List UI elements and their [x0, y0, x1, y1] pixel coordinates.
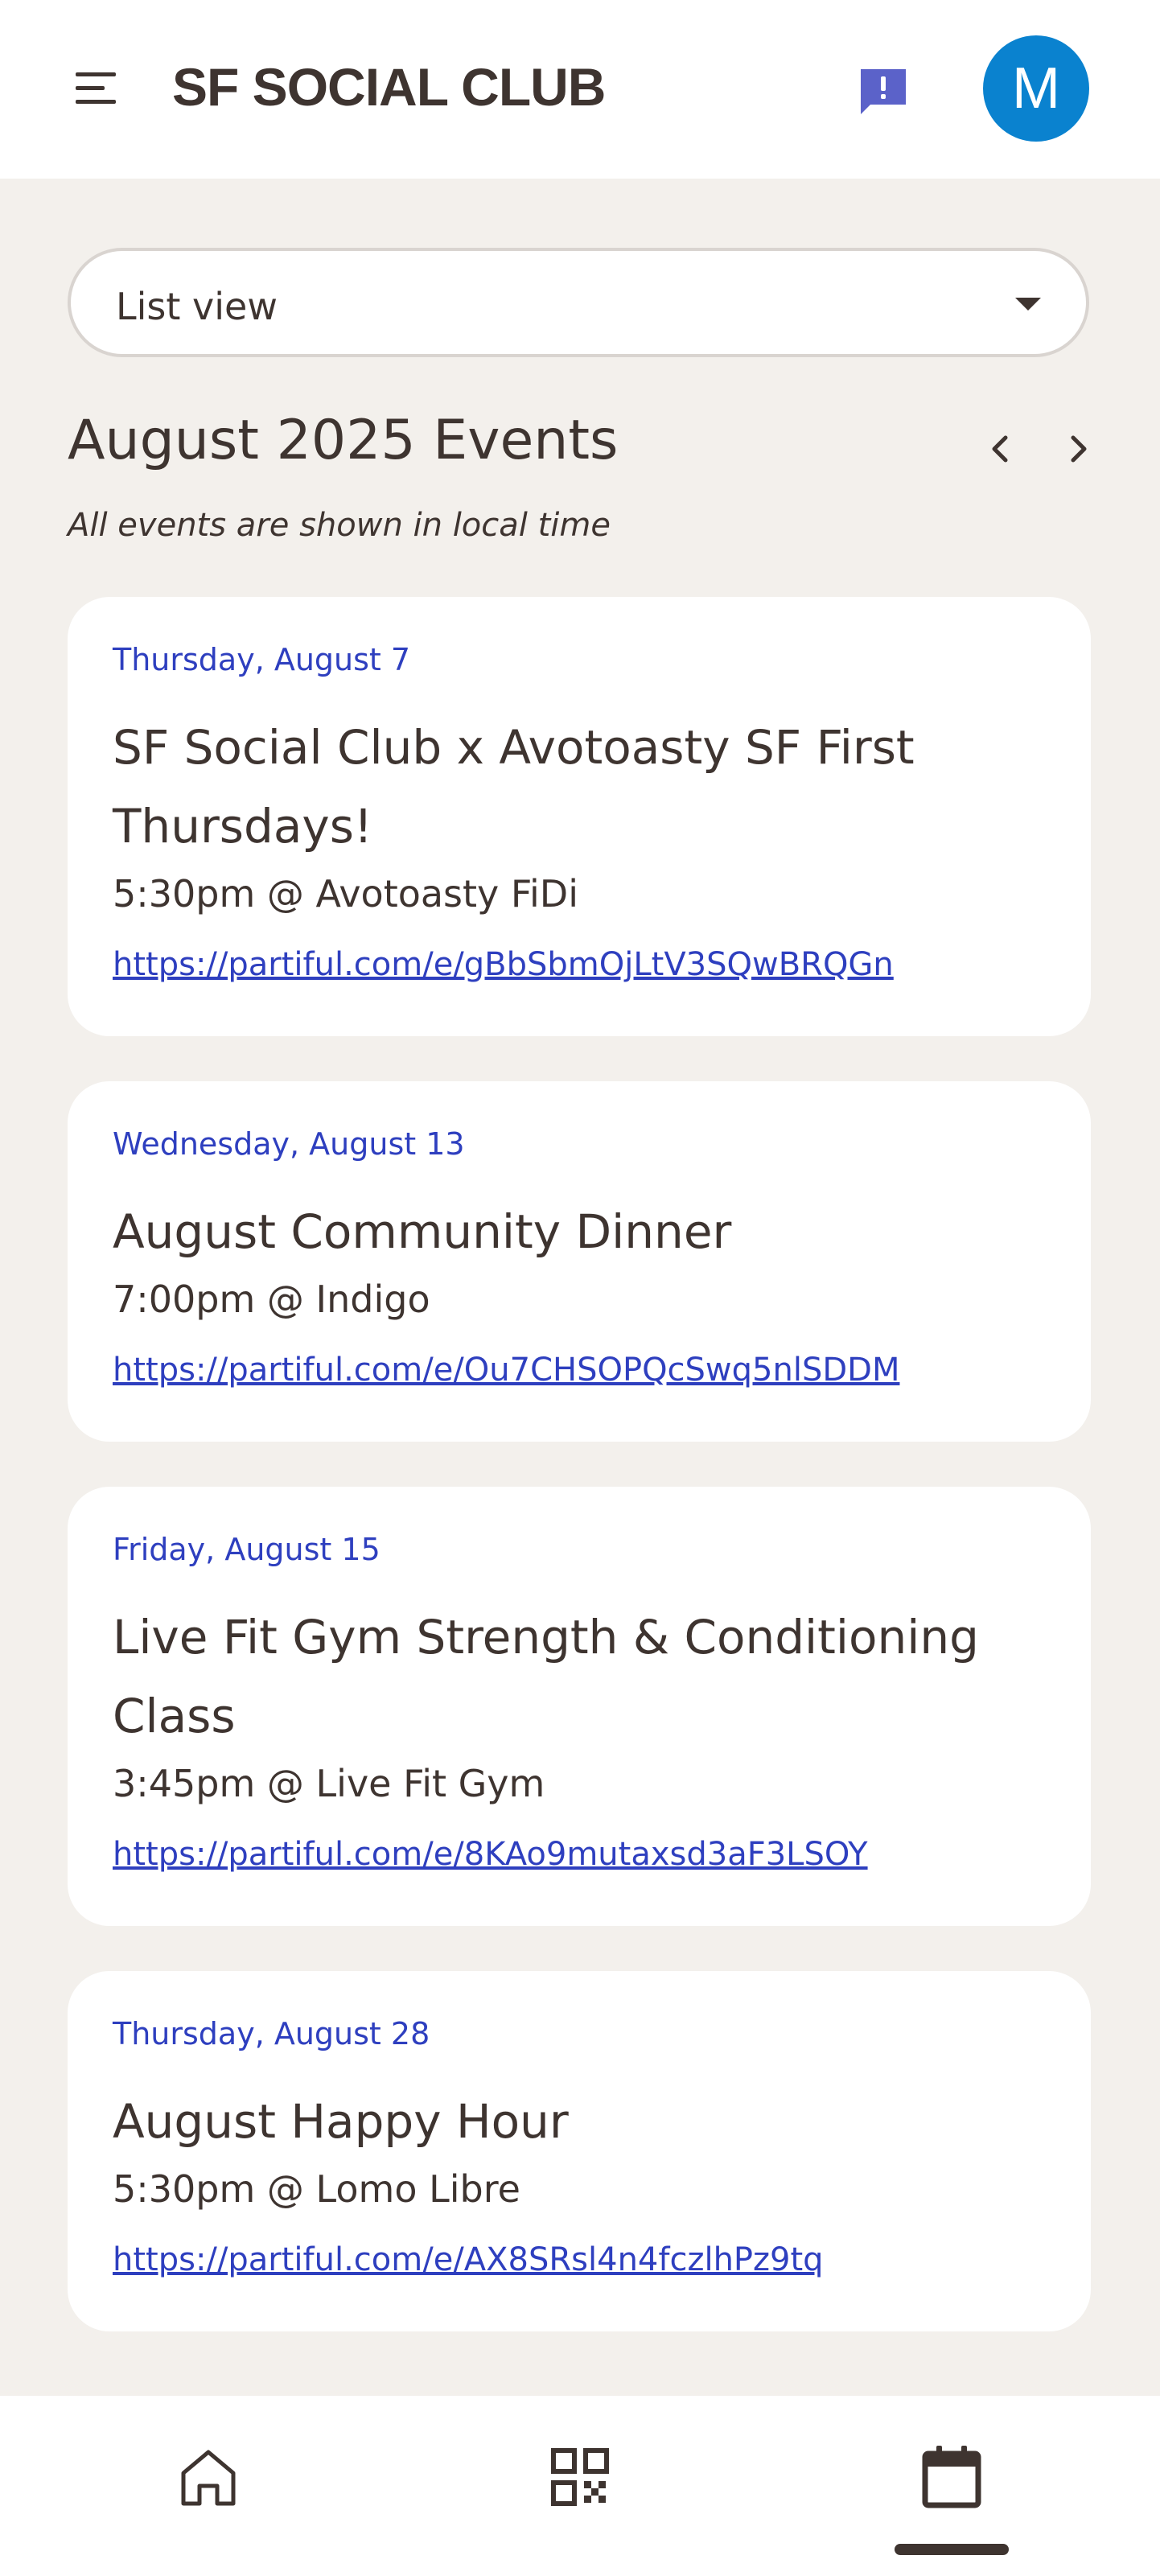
event-card: Thursday, August 7 SF Social Club x Avot…	[68, 597, 1091, 1036]
view-mode-value: List view	[116, 285, 278, 328]
event-date: Wednesday, August 13	[113, 1126, 465, 1162]
event-link[interactable]: https://partiful.com/e/Ou7CHSOPQcSwq5nlS…	[113, 1352, 899, 1389]
user-avatar[interactable]: M	[983, 35, 1089, 142]
month-title: August 2025 Events	[68, 409, 619, 472]
feedback-icon[interactable]	[858, 66, 909, 117]
event-card: Friday, August 15 Live Fit Gym Strength …	[68, 1487, 1091, 1926]
qr-code-icon[interactable]	[544, 2441, 616, 2513]
event-title: August Happy Hour	[113, 2094, 569, 2149]
active-tab-indicator	[895, 2544, 1009, 2555]
event-date: Thursday, August 7	[113, 642, 411, 677]
dropdown-caret-icon	[1015, 298, 1041, 311]
chevron-right-icon[interactable]	[1054, 425, 1102, 473]
event-link[interactable]: https://partiful.com/e/AX8SRsl4n4fczlhPz…	[113, 2241, 824, 2278]
hamburger-menu-icon[interactable]	[74, 69, 119, 106]
bottom-navigation	[0, 2396, 1160, 2576]
event-title: Live Fit Gym Strength & Conditioning Cla…	[113, 1610, 979, 1743]
chevron-left-icon[interactable]	[977, 425, 1025, 473]
app-title: SF SOCIAL CLUB	[172, 57, 606, 117]
event-date: Thursday, August 28	[113, 2016, 430, 2051]
event-title: August Community Dinner	[113, 1204, 732, 1259]
event-time-location: 7:00pm @ Indigo	[113, 1278, 430, 1321]
event-link[interactable]: https://partiful.com/e/gBbSbmOjLtV3SQwBR…	[113, 946, 894, 983]
event-card: Thursday, August 28 August Happy Hour 5:…	[68, 1971, 1091, 2331]
timezone-note: All events are shown in local time	[68, 507, 611, 544]
event-title: SF Social Club x Avotoasty SF First Thur…	[113, 720, 915, 854]
event-card: Wednesday, August 13 August Community Di…	[68, 1081, 1091, 1442]
event-date: Friday, August 15	[113, 1532, 380, 1567]
view-mode-select[interactable]: List view	[68, 248, 1089, 357]
event-time-location: 3:45pm @ Live Fit Gym	[113, 1762, 545, 1805]
calendar-icon[interactable]	[915, 2441, 988, 2513]
event-time-location: 5:30pm @ Lomo Libre	[113, 2167, 520, 2211]
event-link[interactable]: https://partiful.com/e/8KAo9mutaxsd3aF3L…	[113, 1836, 868, 1873]
home-icon[interactable]	[172, 2441, 245, 2513]
top-app-bar: SF SOCIAL CLUB M	[0, 0, 1160, 179]
event-time-location: 5:30pm @ Avotoasty FiDi	[113, 872, 578, 916]
